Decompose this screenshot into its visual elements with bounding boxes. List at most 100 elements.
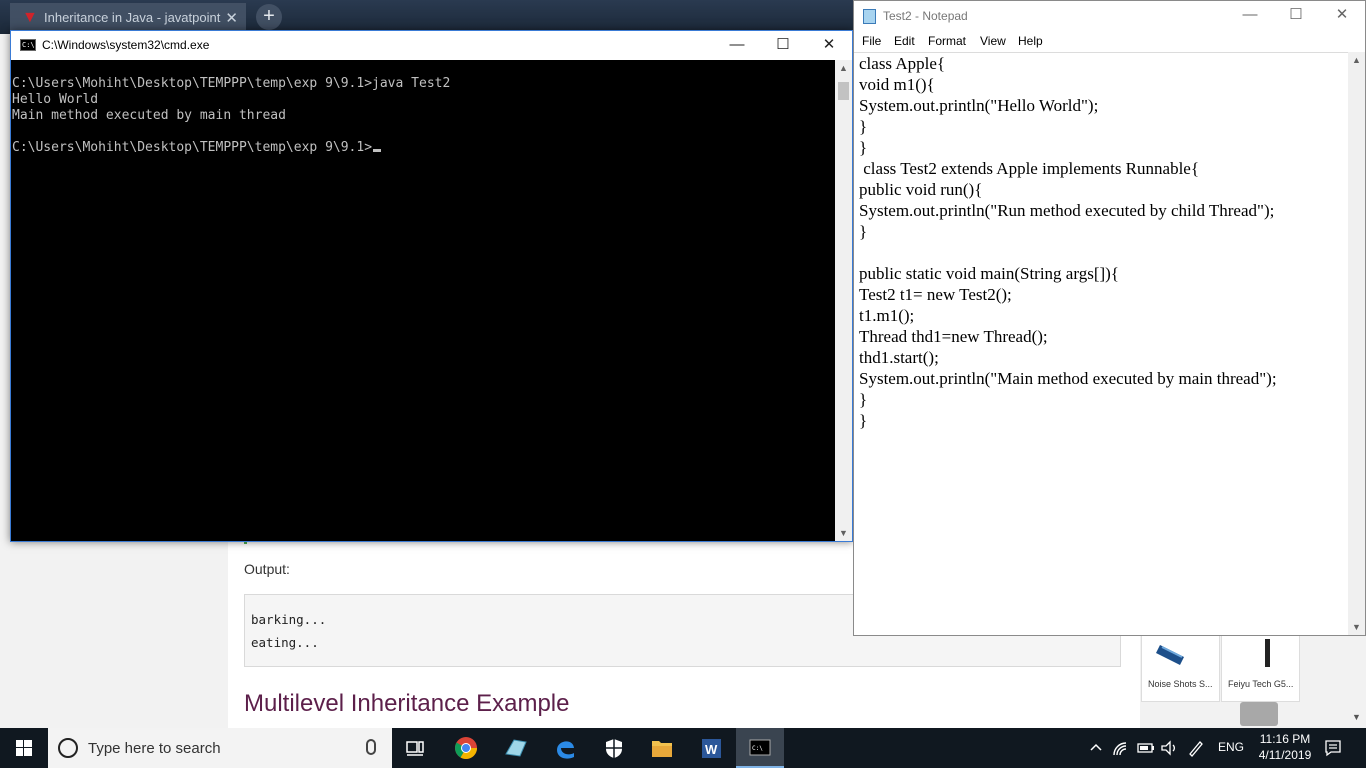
maximize-button[interactable]: ☐ bbox=[760, 31, 806, 60]
volume-icon[interactable] bbox=[1160, 739, 1180, 757]
code-line: class Apple{ bbox=[859, 54, 946, 73]
code-line: public void run(){ bbox=[859, 180, 983, 199]
page-heading: Multilevel Inheritance Example bbox=[244, 690, 570, 717]
close-button[interactable]: ✕ bbox=[806, 31, 852, 60]
notifications-icon[interactable] bbox=[1324, 739, 1342, 757]
console-line: Main method executed by main thread bbox=[12, 108, 286, 123]
console-prompt-row: C:\Users\Mohiht\Desktop\TEMPPP\temp\exp … bbox=[12, 140, 382, 156]
page-left-gutter bbox=[0, 540, 228, 728]
language-indicator[interactable]: ENG bbox=[1218, 740, 1244, 754]
code-line: System.out.println("Run method executed … bbox=[859, 201, 1275, 220]
svg-text:C:\: C:\ bbox=[752, 745, 763, 752]
notepad-window[interactable]: Test2 - Notepad — ☐ ✕ File Edit Format V… bbox=[853, 0, 1366, 636]
edge-icon bbox=[557, 741, 574, 759]
notepad-icon bbox=[863, 9, 876, 24]
output-label: Output: bbox=[244, 561, 290, 577]
new-tab-button[interactable]: + bbox=[256, 4, 282, 30]
menu-view[interactable]: View bbox=[980, 34, 1006, 48]
output-line: barking... bbox=[251, 612, 327, 627]
scroll-to-top-button[interactable] bbox=[1240, 702, 1278, 726]
scroll-down-icon[interactable]: ▼ bbox=[835, 528, 852, 538]
chevron-up-icon[interactable] bbox=[1088, 740, 1104, 756]
browser-tab-title: Inheritance in Java - javatpoint bbox=[44, 10, 221, 25]
close-button[interactable]: ✕ bbox=[1319, 1, 1365, 30]
clock[interactable]: 11:16 PM 4/11/2019 bbox=[1254, 731, 1316, 763]
menu-edit[interactable]: Edit bbox=[894, 34, 915, 48]
gimbal-image bbox=[1265, 639, 1270, 667]
menu-file[interactable]: File bbox=[862, 34, 881, 48]
battery-icon[interactable] bbox=[1136, 740, 1156, 756]
cmd-scrollbar[interactable]: ▲ ▼ bbox=[835, 60, 852, 541]
menu-format[interactable]: Format bbox=[928, 34, 966, 48]
code-line: } bbox=[859, 222, 868, 241]
task-view-icon bbox=[406, 741, 424, 756]
code-line: System.out.println("Hello World"); bbox=[859, 96, 1099, 115]
chrome-icon bbox=[455, 737, 477, 759]
scroll-thumb[interactable] bbox=[838, 82, 849, 100]
taskbar-chrome[interactable] bbox=[442, 728, 490, 768]
ad-label: Noise Shots S... bbox=[1148, 679, 1213, 689]
network-icon[interactable] bbox=[1112, 739, 1132, 757]
code-line: } bbox=[859, 117, 868, 136]
minimize-button[interactable]: — bbox=[1227, 1, 1273, 30]
taskbar: Type here to search W C:\ ENG 11:16 PM 4… bbox=[0, 728, 1366, 768]
code-line: } bbox=[859, 411, 868, 430]
clock-time: 11:16 PM bbox=[1259, 732, 1311, 746]
svg-text:W: W bbox=[705, 742, 718, 757]
notepad-menubar: File Edit Format View Help bbox=[854, 31, 1365, 51]
cmd-icon: C:\ bbox=[749, 739, 771, 756]
word-icon: W bbox=[702, 739, 721, 758]
code-line: Thread thd1=new Thread(); bbox=[859, 327, 1048, 346]
javatpoint-icon: ▼ bbox=[22, 9, 38, 26]
folder-icon bbox=[652, 741, 672, 757]
code-line: void m1(){ bbox=[859, 75, 935, 94]
pen-icon[interactable] bbox=[1186, 738, 1206, 758]
taskbar-file-explorer[interactable] bbox=[638, 728, 686, 768]
clock-date: 4/11/2019 bbox=[1258, 748, 1312, 762]
code-line: Test2 t1= new Test2(); bbox=[859, 285, 1012, 304]
code-line: System.out.println("Main method executed… bbox=[859, 369, 1277, 388]
cmd-window[interactable]: C:\ C:\Windows\system32\cmd.exe — ☐ ✕ C:… bbox=[10, 30, 853, 542]
windows-icon bbox=[16, 740, 32, 756]
taskbar-edge[interactable] bbox=[541, 728, 589, 768]
notepad-title: Test2 - Notepad bbox=[883, 9, 968, 23]
ad-card[interactable]: Feiyu Tech G5... bbox=[1221, 634, 1300, 702]
maximize-button[interactable]: ☐ bbox=[1273, 1, 1319, 30]
taskbar-app[interactable] bbox=[492, 728, 540, 768]
close-icon[interactable]: ✕ bbox=[225, 9, 238, 27]
cmd-console[interactable]: C:\Users\Mohiht\Desktop\TEMPPP\temp\exp … bbox=[11, 60, 835, 541]
scroll-down-icon[interactable]: ▼ bbox=[1352, 712, 1361, 722]
code-line: } bbox=[859, 138, 868, 157]
cortana-icon bbox=[58, 738, 78, 758]
notepad-titlebar[interactable]: Test2 - Notepad — ☐ ✕ bbox=[854, 1, 1365, 31]
ad-label: Feiyu Tech G5... bbox=[1228, 679, 1294, 689]
minimize-button[interactable]: — bbox=[714, 31, 760, 60]
notepad-scrollbar[interactable]: ▲ ▼ bbox=[1348, 52, 1365, 635]
taskbar-search-box[interactable]: Type here to search bbox=[48, 728, 392, 768]
scroll-down-icon[interactable]: ▼ bbox=[1348, 622, 1365, 632]
code-line: t1.m1(); bbox=[859, 306, 915, 325]
text-cursor bbox=[373, 149, 382, 152]
scroll-up-icon[interactable]: ▲ bbox=[835, 63, 852, 73]
code-line: class Test2 extends Apple implements Run… bbox=[859, 159, 1199, 178]
shield-icon bbox=[606, 739, 622, 758]
cmd-titlebar[interactable]: C:\ C:\Windows\system32\cmd.exe — ☐ ✕ bbox=[11, 31, 852, 60]
app-icon bbox=[505, 739, 527, 757]
taskbar-cmd[interactable]: C:\ bbox=[736, 728, 784, 768]
notepad-text-area[interactable]: class Apple{ void m1(){ System.out.print… bbox=[854, 52, 1348, 635]
microphone-icon[interactable] bbox=[366, 739, 376, 755]
taskbar-security[interactable] bbox=[590, 728, 638, 768]
code-line: public static void main(String args[]){ bbox=[859, 264, 1119, 283]
console-line: Hello World bbox=[12, 92, 99, 107]
ad-card[interactable]: Noise Shots S... bbox=[1141, 634, 1220, 702]
cmd-title: C:\Windows\system32\cmd.exe bbox=[42, 38, 210, 52]
start-button[interactable] bbox=[0, 728, 48, 768]
task-view-button[interactable] bbox=[392, 728, 440, 768]
scroll-up-icon[interactable]: ▲ bbox=[1348, 55, 1365, 65]
code-line: thd1.start(); bbox=[859, 348, 939, 367]
menu-help[interactable]: Help bbox=[1018, 34, 1043, 48]
earbuds-image bbox=[1156, 645, 1184, 665]
taskbar-word[interactable]: W bbox=[687, 728, 735, 768]
output-line: eating... bbox=[251, 635, 319, 650]
code-line: } bbox=[859, 390, 868, 409]
